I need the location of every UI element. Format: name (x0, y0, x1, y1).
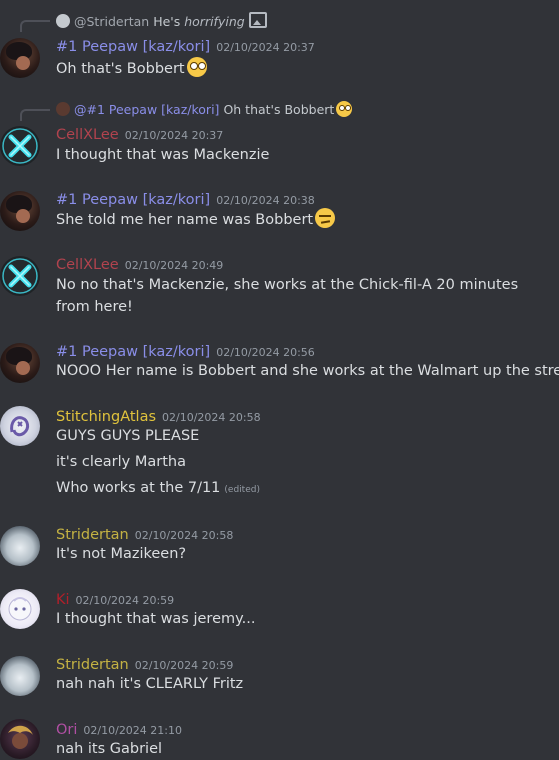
message-header: StitchingAtlas 02/10/2024 20:58 (56, 406, 261, 425)
timestamp: 02/10/2024 20:59 (75, 594, 175, 607)
message-header: Stridertan 02/10/2024 20:58 (56, 524, 233, 543)
character-icon (8, 725, 33, 749)
author-name[interactable]: Stridertan (56, 527, 129, 543)
flushed-emoji-icon (186, 57, 207, 77)
message-header: Ori 02/10/2024 21:10 (56, 719, 182, 738)
reply-text-emphasis: horrifying (184, 14, 245, 29)
message-header: Ki 02/10/2024 20:59 (56, 589, 174, 608)
reply-text: Oh that's Bobbert (223, 102, 335, 117)
message-text: Oh that's Bobbert (56, 61, 185, 77)
message-text: It's not Mazikeen? (56, 546, 187, 562)
flushed-emoji-icon (336, 101, 353, 117)
reply-avatar-icon (56, 14, 70, 28)
message-header: #1 Peepaw [kaz/kori] 02/10/2024 20:38 (56, 189, 315, 208)
message-header: CellXLee 02/10/2024 20:49 (56, 254, 223, 273)
reply-text: He's (153, 14, 181, 29)
image-icon (248, 12, 267, 28)
unamused-emoji-icon (315, 208, 336, 228)
author-name[interactable]: CellXLee (56, 257, 119, 273)
author-name[interactable]: Stridertan (56, 657, 129, 673)
reply-spine (20, 109, 50, 121)
message-list: @Stridertan He's horrifying #1 Peepaw [ka… (0, 0, 559, 760)
message-header: #1 Peepaw [kaz/kori] 02/10/2024 20:56 (56, 341, 315, 360)
timestamp: 02/10/2024 20:49 (124, 259, 224, 272)
reply-author[interactable]: @#1 Peepaw [kaz/kori] (74, 102, 219, 117)
avatar[interactable] (0, 719, 40, 759)
message-text: No no that's Mackenzie, she works at the… (56, 277, 519, 315)
message-text: nah nah it's CLEARLY Fritz (56, 676, 244, 692)
author-name[interactable]: Ki (56, 592, 70, 608)
message-text: nah its Gabriel (56, 741, 163, 757)
author-name[interactable]: #1 Peepaw [kaz/kori] (56, 192, 210, 208)
message-header: CellXLee 02/10/2024 20:37 (56, 124, 223, 143)
avatar[interactable] (0, 406, 40, 446)
timestamp: 02/10/2024 20:58 (162, 411, 261, 424)
message-header: #1 Peepaw [kaz/kori] 02/10/2024 20:37 (56, 36, 315, 55)
message-text: I thought that was Mackenzie (56, 147, 270, 163)
message-text: it's clearly Martha (56, 454, 186, 470)
message-content: She told me her name was Bobbert (56, 208, 336, 231)
message-header: Stridertan 02/10/2024 20:59 (56, 654, 233, 673)
avatar[interactable] (0, 589, 40, 629)
timestamp: 02/10/2024 20:58 (134, 529, 234, 542)
x-logo-icon (2, 128, 38, 164)
edited-label: (edited) (224, 485, 260, 495)
message-content: Oh that's Bobbert (56, 57, 207, 80)
character-icon (8, 597, 32, 621)
message-text: GUYS GUYS PLEASE (56, 428, 200, 444)
x-logo-icon (2, 258, 38, 294)
timestamp: 02/10/2024 20:38 (216, 194, 315, 207)
author-name[interactable]: StitchingAtlas (56, 409, 156, 425)
reply-avatar-icon (56, 102, 70, 116)
author-name[interactable]: Ori (56, 722, 77, 738)
timestamp: 02/10/2024 20:59 (134, 659, 234, 672)
message-text: I thought that was jeremy... (56, 611, 256, 627)
timestamp: 02/10/2024 20:56 (216, 346, 315, 359)
author-name[interactable]: CellXLee (56, 127, 119, 143)
timestamp: 02/10/2024 21:10 (83, 724, 183, 737)
timestamp: 02/10/2024 20:37 (124, 129, 224, 142)
avatar[interactable] (0, 256, 40, 296)
reply-preview[interactable]: @#1 Peepaw [kaz/kori] Oh that's Bobbert (56, 101, 353, 117)
message-text: NOOO Her name is Bobbert and she works a… (56, 363, 559, 379)
reply-spine (20, 20, 50, 32)
message-content: Who works at the 7/11 (edited) (56, 477, 260, 501)
avatar[interactable] (0, 126, 40, 166)
avatar[interactable] (0, 191, 40, 231)
avatar[interactable] (0, 38, 40, 78)
reply-preview[interactable]: @Stridertan He's horrifying (56, 12, 267, 29)
reply-author[interactable]: @Stridertan (74, 14, 149, 29)
author-name[interactable]: #1 Peepaw [kaz/kori] (56, 344, 210, 360)
avatar[interactable] (0, 526, 40, 566)
author-name[interactable]: #1 Peepaw [kaz/kori] (56, 39, 210, 55)
message-text: Who works at the 7/11 (56, 480, 221, 496)
message-text: She told me her name was Bobbert (56, 212, 314, 228)
avatar[interactable] (0, 656, 40, 696)
stitch-logo-icon (10, 416, 30, 437)
avatar[interactable] (0, 343, 40, 383)
timestamp: 02/10/2024 20:37 (216, 41, 315, 54)
